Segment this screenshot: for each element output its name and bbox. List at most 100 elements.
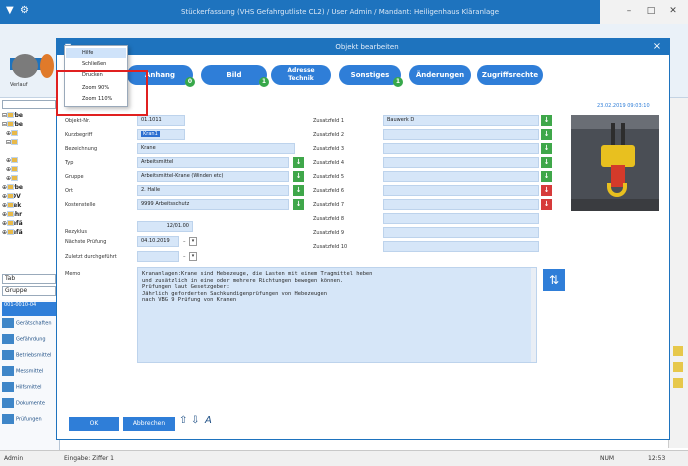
extra-field-5-button[interactable]: ↓	[541, 171, 552, 182]
list-item[interactable]: Gerätschaften	[2, 318, 56, 332]
extra-field-4-button[interactable]: ↓	[541, 157, 552, 168]
tree-node[interactable]: ⊕ Gefä	[2, 220, 23, 227]
extra-field-4[interactable]	[383, 157, 539, 168]
sort-icon[interactable]: ⇅	[543, 269, 565, 291]
cost-center-field[interactable]: 9999 Arbeitsschutz	[137, 199, 289, 210]
field-label: Objekt-Nr.	[65, 118, 91, 124]
extra-field-3[interactable]	[383, 143, 539, 154]
tree-node[interactable]: ⊟A	[6, 139, 19, 146]
tree-node[interactable]: ⊕A	[6, 175, 19, 182]
interval-field[interactable]: 12/01.00	[137, 221, 193, 232]
documents-icon[interactable]	[40, 54, 54, 78]
next-inspection-field[interactable]: 04.10.2019	[137, 236, 179, 247]
extra-field-9[interactable]	[383, 227, 539, 238]
dialog-titlebar: ▼ Objekt bearbeiten ×	[57, 39, 669, 55]
extra-field-6[interactable]	[383, 185, 539, 196]
tab-zugriffsrechte[interactable]: Zugriffsrechte	[477, 65, 543, 85]
location-pick-button[interactable]: ↓	[293, 185, 304, 196]
font-icon[interactable]: A	[205, 415, 212, 426]
tree-node[interactable]: ⊕ Elek	[2, 202, 21, 209]
field-label: Rezyklus	[65, 229, 87, 235]
description-field[interactable]: Krane	[137, 143, 295, 154]
tab-bild[interactable]: Bild 1	[201, 65, 269, 87]
cancel-button[interactable]: Abbrechen	[123, 417, 175, 431]
tab-label: Sonstiges	[350, 71, 390, 79]
group-search-input[interactable]: Gruppe	[2, 286, 56, 296]
extra-field-3-button[interactable]: ↓	[541, 143, 552, 154]
extra-field-1[interactable]: Bauwerk D	[383, 115, 539, 126]
date-stamp: 23.02.2019 09:03:10	[597, 103, 650, 109]
group-field[interactable]: Arbeitsmittel-Krane (Winden etc)	[137, 171, 289, 182]
extra-field-label: Zusatzfeld 10	[313, 244, 348, 250]
group-pick-button[interactable]: ↓	[293, 171, 304, 182]
tree-filter-input[interactable]	[2, 100, 56, 109]
close-window-icon[interactable]: ✕	[664, 4, 682, 18]
dialog-title: Objekt bearbeiten	[335, 43, 399, 51]
cost-center-pick-button[interactable]: ↓	[293, 199, 304, 210]
tree-node[interactable]: ⊕A	[6, 157, 19, 164]
list-item[interactable]: Messmittel	[2, 366, 56, 380]
tree-node[interactable]: ⊕ Arbe	[2, 184, 23, 191]
extra-field-5[interactable]	[383, 171, 539, 182]
app-titlebar: ▼ ⚙ Stückerfassung (VHS Gefahrgutliste C…	[0, 0, 688, 24]
type-field[interactable]: Arbeitsmittel	[137, 157, 289, 168]
date-picker-icon[interactable]: ▾	[189, 252, 197, 261]
history-icon[interactable]	[12, 54, 38, 78]
list-item[interactable]: Betriebsmittel	[2, 350, 56, 364]
tree-search-input[interactable]: Tab	[2, 274, 56, 284]
extra-field-2[interactable]	[383, 129, 539, 140]
close-icon[interactable]: ×	[651, 41, 663, 53]
object-dialog: ▼ Objekt bearbeiten × Anhang 0 Bild 1 Ad…	[56, 38, 670, 440]
ribbon-item-label: Verlauf	[10, 82, 28, 88]
minimize-icon[interactable]: –	[620, 4, 638, 18]
menu-item-hilfe[interactable]: Hilfe	[66, 48, 126, 58]
type-pick-button[interactable]: ↓	[293, 157, 304, 168]
settings-icon[interactable]: ⚙	[20, 5, 29, 16]
tree-node[interactable]: ⊕ Gefä	[2, 229, 23, 236]
photo-floor	[571, 199, 659, 211]
tab-aenderungen[interactable]: Änderungen	[409, 65, 471, 85]
short-name-field[interactable]: Kran1	[137, 129, 185, 140]
tab-adresse-technik[interactable]: Adresse Technik	[271, 65, 331, 85]
location-field[interactable]: 2. Halle	[137, 185, 289, 196]
side-list: 001-0010-04 Gerätschaften Gefährdung Bet…	[0, 300, 60, 450]
object-photo[interactable]	[571, 115, 659, 211]
tree-node[interactable]: ⊟ Arbe	[2, 121, 23, 128]
menu-item-schliessen[interactable]: Schließen	[66, 59, 126, 69]
list-item[interactable]: Hilfsmittel	[2, 382, 56, 396]
ok-button[interactable]: OK	[69, 417, 119, 431]
extra-field-8[interactable]	[383, 213, 539, 224]
extra-field-2-button[interactable]: ↓	[541, 129, 552, 140]
date-picker-icon[interactable]: ▾	[189, 237, 197, 246]
tree-node[interactable]: ⊕A	[6, 166, 19, 173]
extra-field-label: Zusatzfeld 7	[313, 202, 345, 208]
field-label: Nächste Prüfung	[65, 239, 107, 245]
tree-node[interactable]: ⊟ Arbe	[2, 112, 23, 119]
photo-hook	[607, 183, 627, 197]
extra-field-7[interactable]	[383, 199, 539, 210]
field-label: Zuletzt durchgeführt	[65, 254, 117, 260]
list-item[interactable]: Gefährdung	[2, 334, 56, 348]
tree-node[interactable]: ⊕ Fahr	[2, 211, 22, 218]
tree-node[interactable]: ⊕EDV	[2, 193, 21, 200]
date-separator: –	[183, 239, 186, 245]
app-menu-icon[interactable]: ▼	[6, 5, 14, 16]
memo-textarea[interactable]: Krananlagen:Krane sind Hebezeuge, die La…	[137, 267, 537, 363]
upload-icon[interactable]: ⇧	[179, 415, 187, 426]
list-item[interactable]: Prüfungen	[2, 414, 56, 428]
list-item[interactable]: Dokumente	[2, 398, 56, 412]
right-strip	[668, 98, 688, 448]
tree-node[interactable]: ⊕A	[6, 130, 19, 137]
extra-field-6-button[interactable]: ↓	[541, 185, 552, 196]
status-message: Eingabe: Ziffer 1	[64, 455, 114, 462]
extra-field-10[interactable]	[383, 241, 539, 252]
tab-sonstiges[interactable]: Sonstiges 1	[339, 65, 403, 87]
object-number-field[interactable]: 01.1011	[137, 115, 185, 126]
download-icon[interactable]: ⇩	[191, 415, 199, 426]
maximize-icon[interactable]: □	[642, 4, 660, 18]
extra-field-7-button[interactable]: ↓	[541, 199, 552, 210]
extra-field-1-button[interactable]: ↓	[541, 115, 552, 126]
extra-field-label: Zusatzfeld 5	[313, 174, 345, 180]
last-inspection-field[interactable]	[137, 251, 179, 262]
memo-scrollbar[interactable]	[531, 268, 536, 362]
